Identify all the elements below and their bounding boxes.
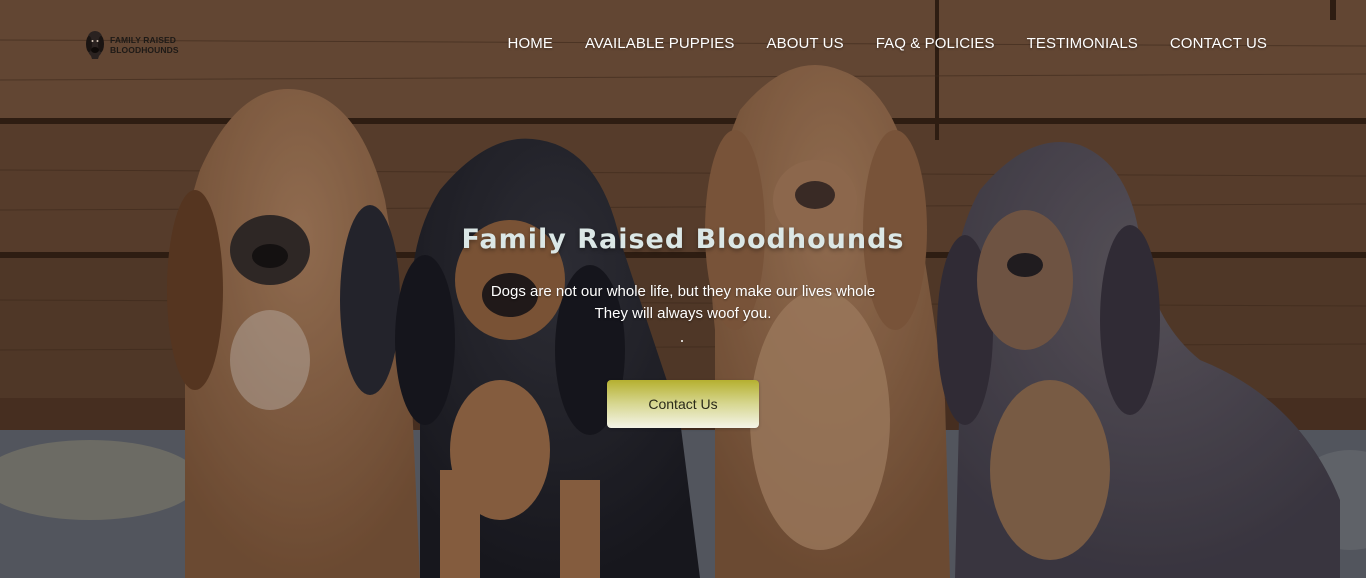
hero-section: FAMILY RAISED BLOODHOUNDS HOME AVAILABLE…	[0, 0, 1366, 578]
hero-title: Family Raised Bloodhounds	[461, 224, 905, 255]
nav-link-testimonials[interactable]: TESTIMONIALS	[1027, 34, 1138, 54]
hero-subtitle: Dogs are not our whole life, but they ma…	[0, 281, 1366, 325]
nav-item-available-puppies: AVAILABLE PUPPIES	[585, 34, 735, 54]
nav-link-faq-policies[interactable]: FAQ & POLICIES	[876, 34, 995, 54]
decorative-dot	[681, 340, 683, 342]
nav-link-contact-us[interactable]: CONTACT US	[1170, 34, 1267, 54]
logo-wordmark: FAMILY RAISED BLOODHOUNDS	[110, 35, 179, 55]
nav-item-testimonials: TESTIMONIALS	[1027, 34, 1138, 54]
nav-item-faq-policies: FAQ & POLICIES	[876, 34, 995, 54]
logo-line-2: BLOODHOUNDS	[110, 45, 179, 55]
nav-link-available-puppies[interactable]: AVAILABLE PUPPIES	[585, 34, 735, 54]
hero-subtitle-line-1: Dogs are not our whole life, but they ma…	[490, 283, 876, 300]
contact-us-button[interactable]: Contact Us	[607, 380, 759, 428]
hero-subtitle-line-2: They will always woof you.	[594, 305, 772, 322]
nav-link-about-us[interactable]: ABOUT US	[766, 34, 843, 54]
nav-item-about-us: ABOUT US	[766, 34, 843, 54]
nav-item-contact-us: CONTACT US	[1170, 34, 1267, 54]
site-logo[interactable]: FAMILY RAISED BLOODHOUNDS	[84, 30, 179, 60]
nav-item-home: HOME	[508, 34, 553, 54]
nav-link-home[interactable]: HOME	[508, 34, 553, 54]
bloodhound-head-icon	[86, 31, 104, 59]
logo-line-1: FAMILY RAISED	[110, 35, 177, 45]
main-nav: HOME AVAILABLE PUPPIES ABOUT US FAQ & PO…	[508, 34, 1267, 54]
